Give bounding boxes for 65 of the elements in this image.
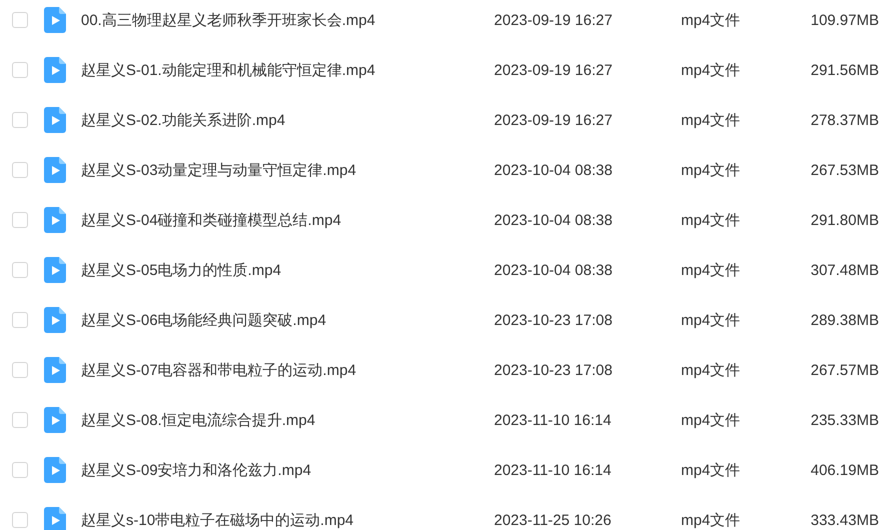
- file-name[interactable]: 赵星义S-08.恒定电流综合提升.mp4: [81, 410, 491, 430]
- modified-date: 2023-10-23 17:08: [494, 312, 614, 328]
- file-type: mp4文件: [681, 310, 742, 330]
- file-size: 235.33MB: [810, 412, 879, 428]
- file-size: 291.56MB: [810, 62, 879, 78]
- checkbox[interactable]: [12, 162, 28, 178]
- file-size: 333.43MB: [810, 512, 879, 528]
- file-size: 267.53MB: [810, 162, 879, 178]
- file-type: mp4文件: [681, 60, 742, 80]
- file-size: 267.57MB: [810, 362, 879, 378]
- file-name[interactable]: 赵星义S-04碰撞和类碰撞模型总结.mp4: [81, 210, 491, 230]
- file-name[interactable]: 00.高三物理赵星义老师秋季开班家长会.mp4: [81, 10, 491, 30]
- file-size: 109.97MB: [810, 12, 879, 28]
- video-file-icon: [44, 357, 66, 383]
- checkbox[interactable]: [12, 212, 28, 228]
- modified-date: 2023-11-25 10:26: [494, 512, 612, 528]
- file-type: mp4文件: [681, 10, 742, 30]
- video-file-icon: [44, 307, 66, 333]
- file-name[interactable]: 赵星义S-02.功能关系进阶.mp4: [81, 110, 491, 130]
- file-type: mp4文件: [681, 160, 742, 180]
- file-name[interactable]: 赵星义S-05电场力的性质.mp4: [81, 260, 491, 280]
- video-file-icon: [44, 407, 66, 433]
- video-file-icon: [44, 57, 66, 83]
- file-type: mp4文件: [681, 360, 742, 380]
- file-type: mp4文件: [681, 410, 742, 430]
- file-name[interactable]: 赵星义s-10带电粒子在磁场中的运动.mp4: [81, 510, 491, 530]
- file-size: 278.37MB: [810, 112, 879, 128]
- checkbox[interactable]: [12, 362, 28, 378]
- file-size: 307.48MB: [810, 262, 879, 278]
- modified-date: 2023-09-19 16:27: [494, 62, 614, 78]
- file-name[interactable]: 赵星义S-09安培力和洛伦兹力.mp4: [81, 460, 491, 480]
- video-file-icon: [44, 207, 66, 233]
- file-size: 406.19MB: [810, 462, 879, 478]
- file-type: mp4文件: [681, 460, 742, 480]
- file-name[interactable]: 赵星义S-07电容器和带电粒子的运动.mp4: [81, 360, 491, 380]
- file-size: 291.80MB: [810, 212, 879, 228]
- checkbox[interactable]: [12, 312, 28, 328]
- video-file-icon: [44, 457, 66, 483]
- video-file-icon: [44, 7, 66, 33]
- file-name[interactable]: 赵星义S-03动量定理与动量守恒定律.mp4: [81, 160, 491, 180]
- video-file-icon: [44, 157, 66, 183]
- checkbox[interactable]: [12, 512, 28, 528]
- checkbox[interactable]: [12, 12, 28, 28]
- video-file-icon: [44, 107, 66, 133]
- file-type: mp4文件: [681, 260, 742, 280]
- modified-date: 2023-10-23 17:08: [494, 362, 614, 378]
- checkbox[interactable]: [12, 112, 28, 128]
- file-type: mp4文件: [681, 510, 742, 530]
- checkbox[interactable]: [12, 62, 28, 78]
- checkbox[interactable]: [12, 412, 28, 428]
- file-size: 289.38MB: [810, 312, 879, 328]
- modified-date: 2023-09-19 16:27: [494, 12, 614, 28]
- checkbox[interactable]: [12, 262, 28, 278]
- file-name[interactable]: 赵星义S-01.动能定理和机械能守恒定律.mp4: [81, 60, 491, 80]
- modified-date: 2023-11-10 16:14: [494, 462, 612, 478]
- file-name[interactable]: 赵星义S-06电场能经典问题突破.mp4: [81, 310, 491, 330]
- modified-date: 2023-11-10 16:14: [494, 412, 612, 428]
- checkbox[interactable]: [12, 462, 28, 478]
- modified-date: 2023-10-04 08:38: [494, 212, 614, 228]
- modified-date: 2023-10-04 08:38: [494, 162, 614, 178]
- file-type: mp4文件: [681, 210, 742, 230]
- video-file-icon: [44, 257, 66, 283]
- modified-date: 2023-09-19 16:27: [494, 112, 614, 128]
- modified-date: 2023-10-04 08:38: [494, 262, 614, 278]
- file-type: mp4文件: [681, 110, 742, 130]
